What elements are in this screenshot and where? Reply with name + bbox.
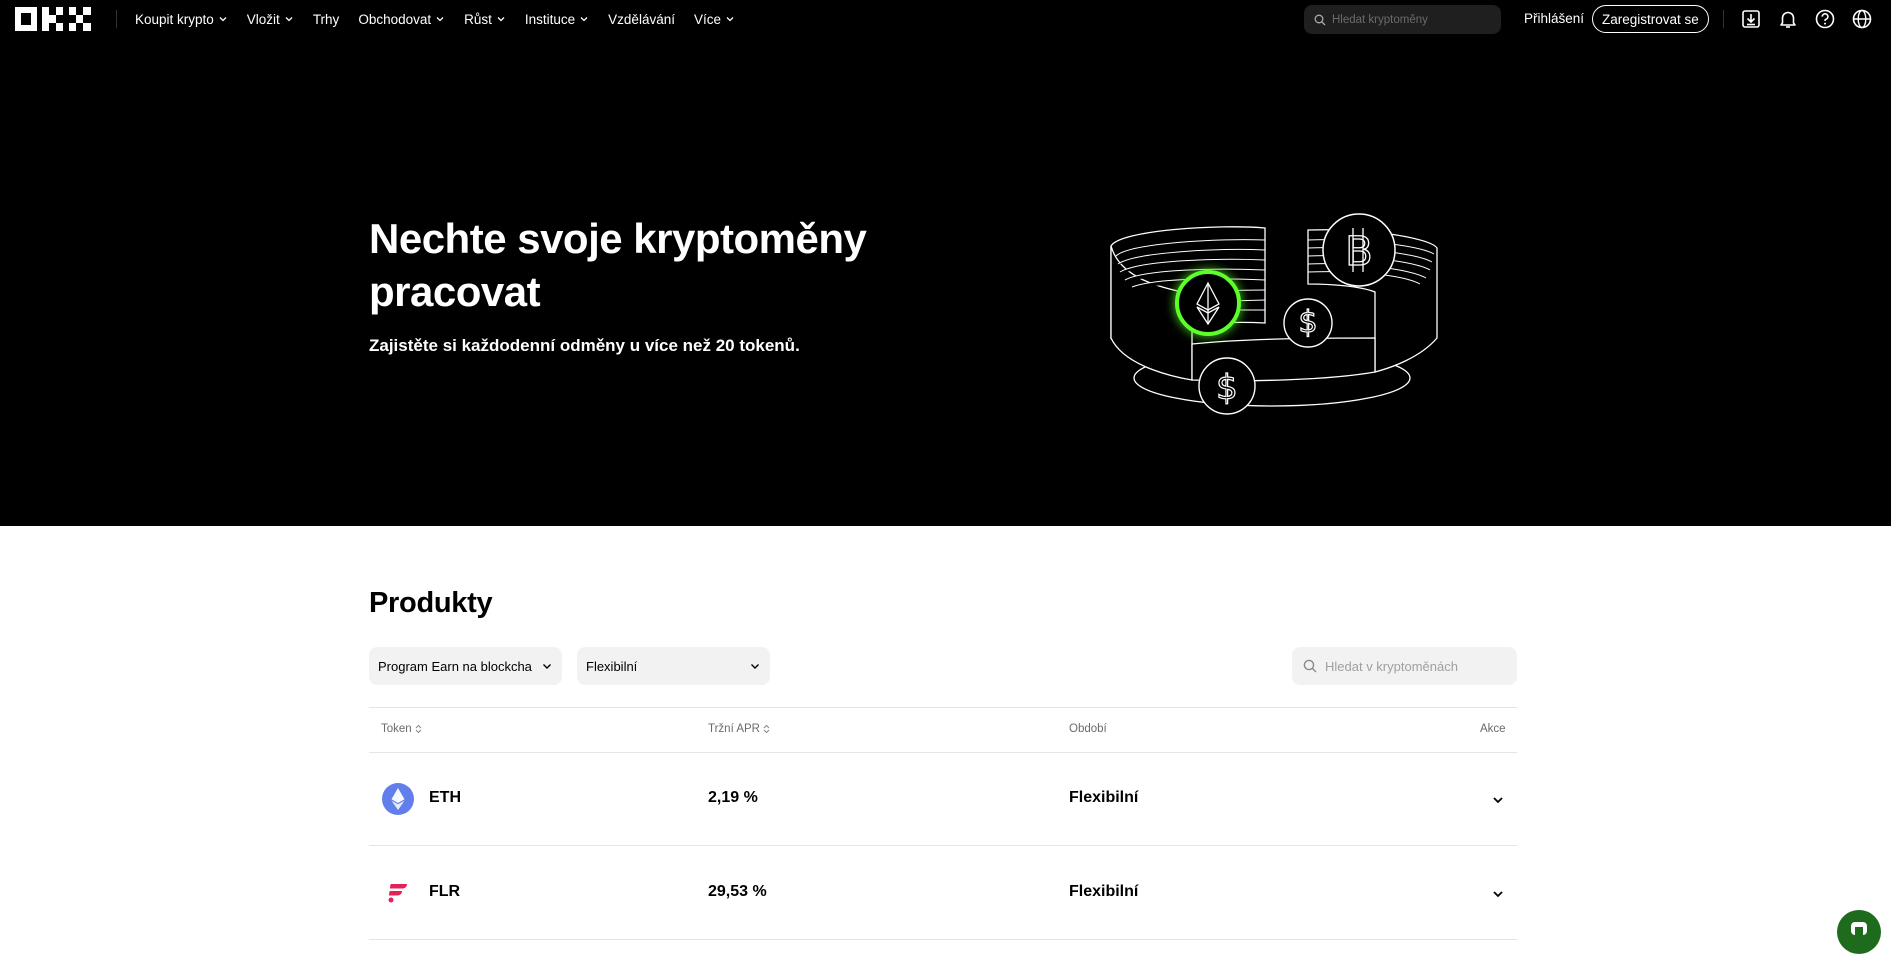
chat-icon <box>1851 922 1867 935</box>
flr-icon <box>388 884 407 903</box>
nav-divider <box>1723 10 1724 28</box>
column-header-token[interactable]: Token <box>381 723 422 735</box>
column-header-label: Tržní APR <box>708 723 760 735</box>
sort-icon <box>415 724 422 734</box>
download-icon[interactable] <box>1740 8 1762 30</box>
product-type-dropdown[interactable]: Program Earn na blockcha <box>369 647 562 685</box>
bell-icon[interactable] <box>1777 8 1799 30</box>
chevron-down-icon <box>436 17 444 22</box>
top-navbar: Koupit krypto Vložit Trhy Obchodovat Růs… <box>0 0 1891 38</box>
okx-logo[interactable] <box>15 7 91 31</box>
nav-item-label: Růst <box>464 11 492 27</box>
chevron-down-icon <box>543 664 551 669</box>
nav-divider <box>116 10 117 28</box>
column-header-label: Akce <box>1480 723 1506 735</box>
svg-text:$: $ <box>1298 305 1317 340</box>
table-row[interactable]: ETH 2,19 % Flexibilní <box>369 753 1517 846</box>
help-icon[interactable] <box>1814 8 1836 30</box>
dropdown-value: Program Earn na blockcha <box>378 658 532 674</box>
chevron-down-icon <box>219 17 227 22</box>
dropdown-value: Flexibilní <box>586 658 638 674</box>
globe-icon[interactable] <box>1851 8 1873 30</box>
nav-search-input[interactable] <box>1332 13 1492 26</box>
nav-item-label: Instituce <box>524 11 576 27</box>
products-title: Produkty <box>369 587 493 619</box>
register-button-label: Zaregistrovat se <box>1602 11 1699 27</box>
earn-illustration: B $ $ <box>1110 213 1438 415</box>
nav-item-label: Obchodovat <box>358 11 432 27</box>
support-chat-button[interactable] <box>1837 910 1881 954</box>
nav-item-trade[interactable]: Obchodovat <box>358 12 445 27</box>
hero-subtitle: Zajistěte si každodenní odměny u více ne… <box>369 336 800 355</box>
nav-item-grow[interactable]: Růst <box>464 12 506 27</box>
table-divider <box>369 707 1517 708</box>
svg-text:B: B <box>1345 229 1372 275</box>
sort-icon <box>763 724 770 734</box>
product-search-box[interactable] <box>1292 647 1517 685</box>
product-search-input[interactable] <box>1325 658 1505 674</box>
token-name: ETH <box>429 789 461 806</box>
search-icon <box>1303 659 1317 673</box>
chevron-down-icon[interactable] <box>1491 887 1505 901</box>
token-period: Flexibilní <box>1069 789 1139 806</box>
eth-icon <box>382 783 414 815</box>
nav-item-markets[interactable]: Trhy <box>313 12 340 27</box>
column-header-action: Akce <box>1480 723 1506 735</box>
register-button[interactable]: Zaregistrovat se <box>1592 5 1709 33</box>
table-row[interactable]: FLR 29,53 % Flexibilní <box>369 847 1517 940</box>
nav-item-label: Koupit krypto <box>135 11 214 27</box>
token-apr: 29,53 % <box>708 883 767 900</box>
hero-title: Nechte svoje kryptoměny pracovat <box>369 215 867 315</box>
hero-banner: Nechte svoje kryptoměny pracovat Zajistě… <box>0 38 1891 526</box>
column-header-period: Období <box>1069 723 1107 735</box>
column-header-apr[interactable]: Tržní APR <box>708 723 770 735</box>
search-icon <box>1314 14 1326 25</box>
chevron-down-icon[interactable] <box>1491 793 1505 807</box>
login-link[interactable]: Přihlášení <box>1524 11 1584 26</box>
token-name: FLR <box>429 883 461 900</box>
chevron-down-icon <box>497 17 505 22</box>
chevron-down-icon <box>726 17 734 22</box>
nav-item-label: Vzdělávání <box>608 11 675 27</box>
svg-text:$: $ <box>1216 368 1238 408</box>
nav-item-label: Trhy <box>312 11 340 27</box>
chevron-down-icon <box>285 17 293 22</box>
nav-item-label: Vložit <box>246 11 280 27</box>
nav-item-buy-crypto[interactable]: Koupit krypto <box>135 12 228 27</box>
nav-item-institutions[interactable]: Instituce <box>525 12 589 27</box>
token-period: Flexibilní <box>1069 883 1139 900</box>
column-header-label: Token <box>381 723 412 735</box>
token-apr: 2,19 % <box>708 789 758 806</box>
nav-item-more[interactable]: Více <box>694 12 735 27</box>
main-menu: Koupit krypto Vložit Trhy Obchodovat Růs… <box>135 0 754 38</box>
term-dropdown[interactable]: Flexibilní <box>577 647 770 685</box>
nav-item-label: Více <box>693 11 721 27</box>
column-header-label: Období <box>1069 723 1107 735</box>
nav-item-deposit[interactable]: Vložit <box>247 12 294 27</box>
chevron-down-icon <box>580 17 588 22</box>
chevron-down-icon <box>751 664 759 669</box>
nav-search-box[interactable] <box>1304 5 1501 34</box>
nav-item-learn[interactable]: Vzdělávání <box>608 12 675 27</box>
